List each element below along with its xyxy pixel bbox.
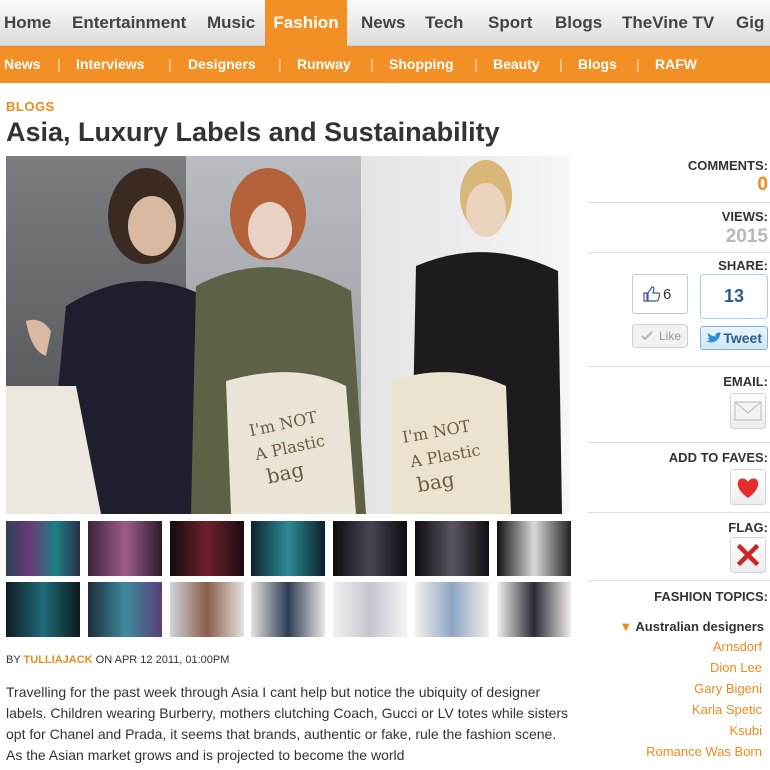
email-button[interactable] xyxy=(730,393,766,429)
add-to-faves-button[interactable] xyxy=(730,469,766,505)
gallery-thumbnail[interactable] xyxy=(88,582,162,637)
close-icon xyxy=(736,543,760,567)
nav-fashion[interactable]: Fashion xyxy=(265,0,347,46)
byline-prefix: BY xyxy=(6,654,21,666)
nav-news[interactable]: News xyxy=(361,0,405,46)
fashion-topics-label: FASHION TOPICS: xyxy=(654,589,768,604)
subnav-separator: | xyxy=(474,56,478,72)
flag-label: FLAG: xyxy=(728,520,768,535)
tweet-count: 13 xyxy=(700,274,768,319)
subnav-interviews[interactable]: Interviews xyxy=(76,46,144,83)
gallery-thumbnail[interactable] xyxy=(497,521,571,576)
subnav-separator: | xyxy=(278,56,282,72)
subnav-separator: | xyxy=(57,56,61,72)
hero-photo-illustration: I'm NOT A Plastic bag I'm NOT A Plastic … xyxy=(6,156,569,514)
nav-gig[interactable]: Gig xyxy=(736,0,764,46)
article-body: Travelling for the past week through Asi… xyxy=(6,684,569,763)
topic-link[interactable]: Gary Bigeni xyxy=(694,681,762,696)
email-block: EMAIL: xyxy=(588,366,770,443)
subnav-beauty[interactable]: Beauty xyxy=(493,46,540,83)
tweet-label: Tweet xyxy=(723,330,762,346)
share-label: SHARE: xyxy=(718,258,768,273)
nav-thevine-tv[interactable]: TheVine TV xyxy=(622,0,714,46)
subnav-separator: | xyxy=(370,56,374,72)
flag-block: FLAG: xyxy=(588,513,770,581)
facebook-count-value: 6 xyxy=(663,286,672,303)
faves-block: ADD TO FAVES: xyxy=(588,443,770,513)
views-block: VIEWS: 2015 xyxy=(588,203,770,253)
email-label: EMAIL: xyxy=(723,374,768,389)
thumbs-up-icon xyxy=(643,286,661,302)
flag-button[interactable] xyxy=(730,537,766,573)
triangle-down-icon: ▼ xyxy=(619,619,633,634)
subnav-blogs[interactable]: Blogs xyxy=(578,46,617,83)
author-link[interactable]: TULLIAJACK xyxy=(24,654,93,666)
topic-link[interactable]: Karla Spetic xyxy=(692,702,762,717)
gallery-thumbnail[interactable] xyxy=(6,521,80,576)
topic-link[interactable]: Ksubi xyxy=(729,723,762,738)
article-sidebar: COMMENTS: 0 VIEWS: 2015 SHARE: 6 Like 13… xyxy=(588,156,770,770)
subnav-rafw[interactable]: RAFW xyxy=(655,46,697,83)
comments-label: COMMENTS: xyxy=(687,158,768,173)
topics-category[interactable]: ▼ Australian designers xyxy=(619,619,764,634)
topic-link[interactable]: Arnsdorf xyxy=(713,639,762,654)
nav-entertainment[interactable]: Entertainment xyxy=(72,0,186,46)
heart-icon xyxy=(737,478,759,498)
tweet-button[interactable]: Tweet xyxy=(700,326,768,350)
views-label: VIEWS: xyxy=(721,209,768,224)
gallery-thumbnail[interactable] xyxy=(497,582,571,637)
article-title: Asia, Luxury Labels and Sustainability xyxy=(6,117,500,147)
gallery-thumbnail[interactable] xyxy=(170,582,244,637)
topics-category-label: Australian designers xyxy=(635,619,764,634)
publish-date: ON APR 12 2011, 01:00PM xyxy=(95,654,230,666)
facebook-like-button[interactable]: Like xyxy=(632,324,688,348)
gallery-thumbnail[interactable] xyxy=(415,521,489,576)
subnav-runway[interactable]: Runway xyxy=(297,46,351,83)
gallery-thumbnail[interactable] xyxy=(333,582,407,637)
main-nav: Home Entertainment Music Fashion News Te… xyxy=(0,0,770,46)
topic-link[interactable]: Dion Lee xyxy=(710,660,762,675)
fashion-subnav: News | Interviews | Designers | Runway |… xyxy=(0,46,770,83)
nav-tech[interactable]: Tech xyxy=(425,0,463,46)
subnav-news[interactable]: News xyxy=(4,46,41,83)
gallery-thumbnail[interactable] xyxy=(6,582,80,637)
subnav-separator: | xyxy=(636,56,640,72)
gallery-thumbnail[interactable] xyxy=(251,521,325,576)
subnav-separator: | xyxy=(168,56,172,72)
nav-blogs[interactable]: Blogs xyxy=(555,0,602,46)
gallery-thumbnail[interactable] xyxy=(415,582,489,637)
facebook-like-count: 6 xyxy=(632,274,688,314)
nav-music[interactable]: Music xyxy=(207,0,255,46)
comments-count[interactable]: 0 xyxy=(757,174,768,196)
nav-sport[interactable]: Sport xyxy=(488,0,532,46)
subnav-designers[interactable]: Designers xyxy=(188,46,256,83)
comments-block: COMMENTS: 0 xyxy=(588,156,770,203)
facebook-like-label: Like xyxy=(658,329,681,343)
gallery-thumbnail[interactable] xyxy=(333,521,407,576)
envelope-icon xyxy=(734,401,762,421)
views-count: 2015 xyxy=(725,226,768,247)
subnav-shopping[interactable]: Shopping xyxy=(389,46,454,83)
subnav-separator: | xyxy=(559,56,563,72)
gallery-thumbnail[interactable] xyxy=(170,521,244,576)
byline: BY TULLIAJACK ON APR 12 2011, 01:00PM xyxy=(6,654,229,666)
checkmark-icon xyxy=(641,331,653,341)
section-label[interactable]: BLOGS xyxy=(6,99,55,114)
topic-link[interactable]: Romance Was Born xyxy=(646,744,762,759)
hero-image[interactable]: I'm NOT A Plastic bag I'm NOT A Plastic … xyxy=(6,156,569,514)
gallery-thumbnail[interactable] xyxy=(88,521,162,576)
gallery-thumbnail[interactable] xyxy=(251,582,325,637)
nav-home[interactable]: Home xyxy=(4,0,51,46)
twitter-bird-icon xyxy=(706,332,722,343)
faves-label: ADD TO FAVES: xyxy=(668,450,768,465)
